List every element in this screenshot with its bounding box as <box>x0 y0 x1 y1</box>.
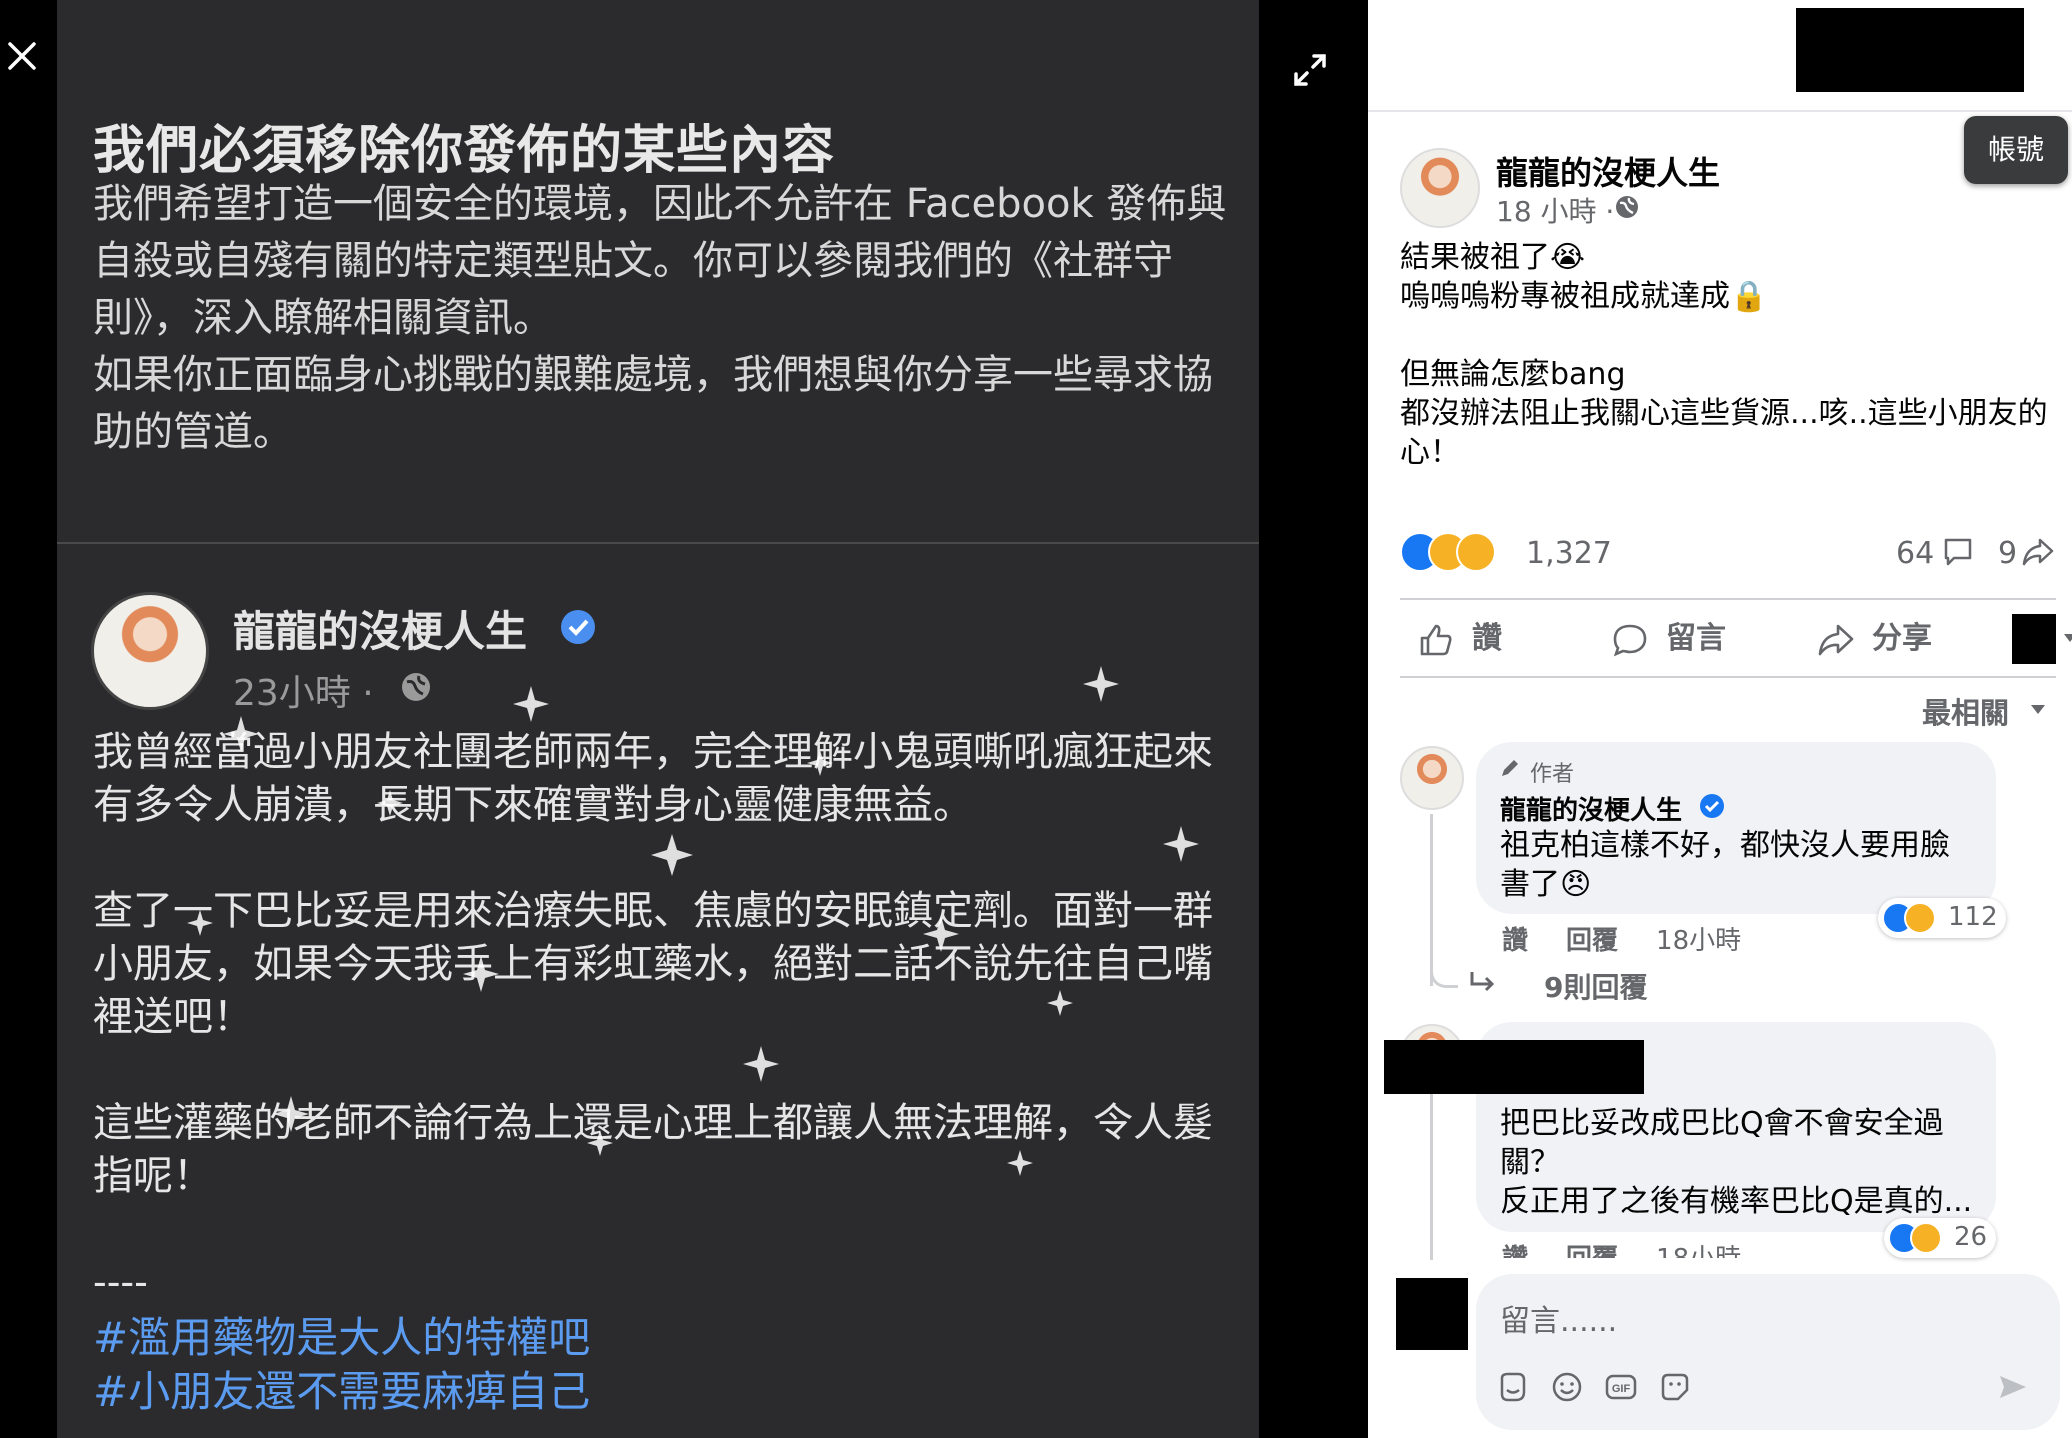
haha-reaction-icon <box>1910 1222 1942 1254</box>
comment-author[interactable]: 龍龍的沒梗人生 <box>1500 790 1682 827</box>
comment-like-link[interactable]: 讚 <box>1502 926 1528 956</box>
thread-line <box>1430 940 1458 988</box>
post-screenshot-image: 我們必須移除你發佈的某些內容 我們希望打造一個安全的環境，因此不允許在 Face… <box>57 0 1259 1438</box>
haha-reaction-icon <box>1904 902 1936 934</box>
divider <box>57 542 1259 544</box>
thread-line <box>1430 1090 1433 1260</box>
comment-reactions[interactable]: 112 <box>1878 898 2006 938</box>
comment-icon <box>1944 538 1972 566</box>
like-button[interactable]: 讚 <box>1416 614 1576 664</box>
gif-icon[interactable]: GIF <box>1604 1370 1638 1404</box>
sticker-icon[interactable] <box>1658 1370 1692 1404</box>
chevron-down-icon[interactable] <box>2062 632 2072 644</box>
comment-bubble: 作者 龍龍的沒梗人生 祖克柏這樣不好，都快沒人要用臉書了😠 <box>1476 742 1996 914</box>
chevron-down-icon[interactable] <box>2028 702 2048 718</box>
send-icon[interactable] <box>1996 1370 2030 1404</box>
post-author[interactable]: 龍龍的沒梗人生 <box>1496 148 1720 194</box>
svg-text:GIF: GIF <box>1612 1383 1631 1395</box>
comment-meta: 讚 回覆 18小時 <box>1502 920 1779 957</box>
thumbs-up-icon <box>1420 624 1452 656</box>
share-icon <box>2022 538 2054 566</box>
comment-reply-link[interactable]: 回覆 <box>1566 1244 1618 1258</box>
close-icon[interactable] <box>4 38 40 74</box>
reaction-count[interactable]: 1,327 <box>1526 536 1612 571</box>
post-paragraph: 這些灌藥的老師不論行為上還是心理上都讓人無法理解，令人髮指呢！ <box>93 1100 1213 1199</box>
share-icon <box>1818 624 1854 656</box>
comment-time[interactable]: 18小時 <box>1656 1244 1741 1258</box>
comment-reply-link[interactable]: 回覆 <box>1566 926 1618 956</box>
redacted-area <box>1384 1040 1644 1094</box>
comment-input[interactable]: 留言...... <box>1500 1296 1617 1340</box>
comment-time[interactable]: 18小時 <box>1656 926 1741 956</box>
verified-badge-icon <box>1700 794 1724 818</box>
view-replies-link[interactable]: 9則回覆 <box>1544 966 1647 1006</box>
comment-composer[interactable]: 留言...... GIF <box>1476 1274 2060 1430</box>
globe-icon <box>1616 196 1638 218</box>
share-button[interactable]: 分享 <box>1816 614 1986 664</box>
like-label: 讚 <box>1472 621 1502 656</box>
account-tooltip: 帳號 <box>1964 116 2068 184</box>
sort-dropdown[interactable]: 最相關 <box>1922 690 2009 732</box>
reply-arrow-icon <box>1470 972 1495 992</box>
header-bar <box>1368 0 2072 112</box>
comment-reactions[interactable]: 26 <box>1884 1218 1996 1258</box>
avatar[interactable] <box>1400 148 1480 228</box>
author-tag: 作者 <box>1530 762 1575 787</box>
comment-text: 祖克柏這樣不好，都快沒人要用臉書了😠 <box>1500 828 1950 902</box>
comment-text: 把巴比妥改成巴比Q會不會安全過關？ 反正用了之後有機率巴比Q是真的... <box>1500 1106 1973 1219</box>
separator-text: ---- <box>93 1260 148 1304</box>
share-count[interactable]: 9 <box>1998 536 2017 571</box>
post-time[interactable]: 18 小時 · <box>1496 190 1614 230</box>
avatar <box>91 592 209 710</box>
globe-icon <box>402 673 430 701</box>
haha-reaction-icon <box>1456 532 1496 572</box>
post-paragraph: 查了一下巴比妥是用來治療失眠、焦慮的安眠鎮定劑。面對一群小朋友，如果今天我手上有… <box>93 888 1213 1040</box>
post-author: 龍龍的沒梗人生 <box>233 607 528 656</box>
avatar[interactable] <box>1400 746 1464 810</box>
action-bar: 讚 留言 分享 <box>1400 598 2072 678</box>
reaction-count: 112 <box>1948 902 1998 932</box>
redacted-avatar <box>1396 1278 1468 1350</box>
post-body: 我曾經當過小朋友社團老師兩年，完全理解小鬼頭嘶吼瘋狂起來有多令人崩潰，長期下來確… <box>93 726 1243 1256</box>
post-detail-panel: 帳號 龍龍的沒梗人生 18 小時 · 結果被祖了😭 嗚嗚嗚粉專被祖成就達成🔒 但… <box>1368 0 2072 1438</box>
hashtag-link[interactable]: #小朋友還不需要麻痺自己 <box>93 1358 590 1419</box>
fullscreen-icon[interactable] <box>1290 50 1330 90</box>
comment-count[interactable]: 64 <box>1896 536 1934 571</box>
pencil-icon <box>1502 760 1518 776</box>
emoji-icon[interactable] <box>1550 1370 1584 1404</box>
redacted-area <box>2012 614 2056 664</box>
post-paragraph: 我曾經當過小朋友社團老師兩年，完全理解小鬼頭嘶吼瘋狂起來有多令人崩潰，長期下來確… <box>93 729 1213 828</box>
comment-button[interactable]: 留言 <box>1610 614 1780 664</box>
verified-badge-icon <box>561 610 595 644</box>
comment-like-link[interactable]: 讚 <box>1502 1244 1528 1258</box>
avatar-sticker-icon[interactable] <box>1496 1370 1530 1404</box>
hashtag-link[interactable]: #濫用藥物是大人的特權吧 <box>93 1304 590 1365</box>
comment-label: 留言 <box>1666 621 1726 656</box>
reaction-count: 26 <box>1954 1222 1988 1252</box>
redacted-area <box>1796 8 2024 92</box>
photo-viewer: f 我們必須移除你發佈的某些內容 我們希望打造一個安全的環境，因此不允許在 Fa… <box>0 0 1368 1438</box>
post-text: 結果被祖了😭 嗚嗚嗚粉專被祖成就達成🔒 但無論怎麼bang 都沒辦法阻止我關心這… <box>1400 240 2048 470</box>
comment-meta: 讚 回覆 18小時 <box>1502 1238 1779 1258</box>
post-time: 23小時 · <box>233 673 374 714</box>
comment-icon <box>1613 624 1647 657</box>
removal-notice-body: 我們希望打造一個安全的環境，因此不允許在 Facebook 發佈與自殺或自殘有關… <box>93 181 1227 455</box>
removal-notice-title: 我們必須移除你發佈的某些內容 <box>93 121 836 181</box>
share-label: 分享 <box>1872 621 1932 656</box>
